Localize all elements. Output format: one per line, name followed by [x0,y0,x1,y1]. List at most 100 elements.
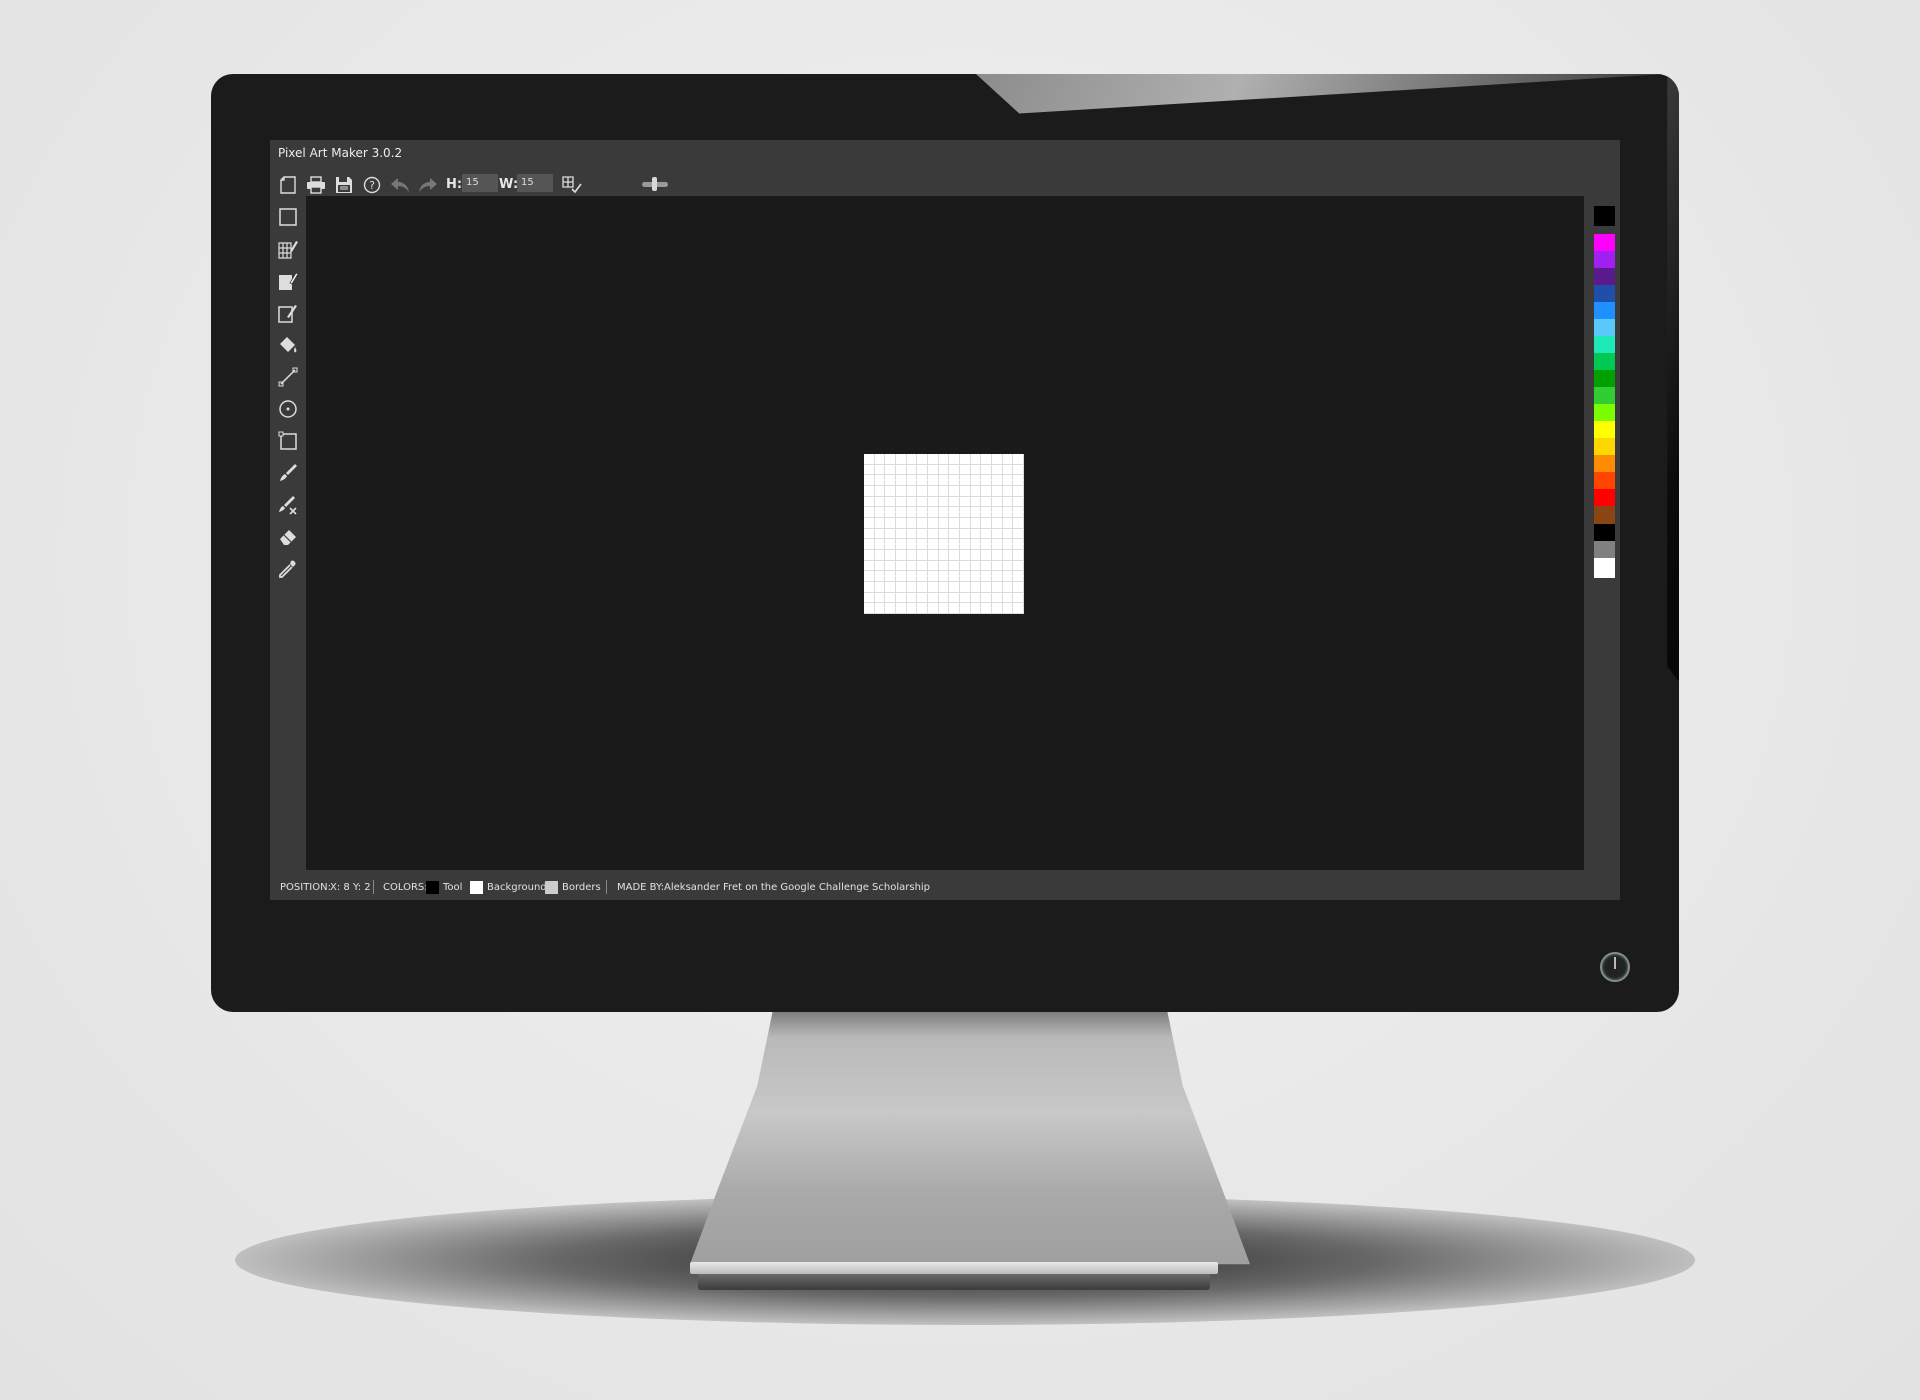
pixel-cell[interactable] [896,486,907,497]
pixel-cell[interactable] [981,528,992,540]
pixel-cell[interactable] [1002,539,1014,550]
pixel-cell[interactable] [917,507,928,518]
pixel-cell[interactable] [906,518,918,529]
pixel-cell[interactable] [949,571,960,582]
pixel-cell[interactable] [874,464,886,476]
pixel-cell[interactable] [981,571,992,582]
pixel-cell[interactable] [917,560,928,572]
pixel-cell[interactable] [992,550,1003,561]
pixel-cell[interactable] [885,496,896,508]
line-tool[interactable] [277,366,299,388]
pixel-cell[interactable] [928,539,939,550]
pixel-cell[interactable] [938,464,950,476]
pixel-cell[interactable] [1013,528,1024,540]
pixel-cell[interactable] [906,582,918,593]
pixel-cell[interactable] [928,518,939,529]
pixel-cell[interactable] [938,496,950,508]
background-color-swatch[interactable] [470,881,483,894]
pixel-cell[interactable] [992,475,1003,486]
pixel-cell[interactable] [874,539,886,550]
pixel-cell[interactable] [1002,571,1014,582]
pixel-cell[interactable] [981,539,992,550]
pixel-cell[interactable] [960,571,971,582]
pixel-cell[interactable] [981,486,992,497]
pixel-cell[interactable] [928,475,939,486]
pixel-cell[interactable] [938,539,950,550]
pixel-cell[interactable] [917,518,928,529]
pixel-cell[interactable] [1013,475,1024,486]
palette-swatch[interactable] [1594,206,1615,226]
pixel-cell[interactable] [917,571,928,582]
pixel-cell[interactable] [1002,454,1014,465]
pixel-cell[interactable] [864,528,875,540]
pixel-cell[interactable] [896,475,907,486]
pixel-cell[interactable] [885,603,896,614]
pixel-cell[interactable] [992,539,1003,550]
pixel-cell[interactable] [1002,486,1014,497]
paint-bucket-tool[interactable] [277,334,299,356]
pixel-cell[interactable] [949,454,960,465]
pixel-cell[interactable] [885,518,896,529]
pixel-cell[interactable] [917,603,928,614]
pixel-cell[interactable] [885,550,896,561]
palette-swatch[interactable] [1594,506,1615,526]
fill-brush-tool[interactable] [277,270,299,292]
pixel-cell[interactable] [938,550,950,561]
pixel-cell[interactable] [864,475,875,486]
pixel-cell[interactable] [874,571,886,582]
pixel-cell[interactable] [1002,518,1014,529]
border-color-swatch[interactable] [545,881,558,894]
pixel-cell[interactable] [917,592,928,604]
pixel-cell[interactable] [885,486,896,497]
pixel-cell[interactable] [1013,486,1024,497]
pixel-cell[interactable] [992,454,1003,465]
pixel-cell[interactable] [1013,571,1024,582]
pixel-cell[interactable] [1013,603,1024,614]
pixel-cell[interactable] [917,539,928,550]
pixel-cell[interactable] [906,528,918,540]
pixel-cell[interactable] [949,582,960,593]
pixel-cell[interactable] [874,454,886,465]
pixel-cell[interactable] [917,454,928,465]
pixel-cell[interactable] [949,464,960,476]
pixel-cell[interactable] [864,571,875,582]
pixel-cell[interactable] [896,528,907,540]
pixel-cell[interactable] [960,528,971,540]
pixel-cell[interactable] [949,560,960,572]
pixel-cell[interactable] [896,539,907,550]
pixel-cell[interactable] [906,496,918,508]
pixel-cell[interactable] [896,507,907,518]
pixel-cell[interactable] [864,582,875,593]
pixel-cell[interactable] [906,539,918,550]
pixel-cell[interactable] [885,582,896,593]
pixel-cell[interactable] [981,603,992,614]
pixel-cell[interactable] [970,571,982,582]
circle-tool[interactable] [277,398,299,420]
pixel-cell[interactable] [938,528,950,540]
pixel-cell[interactable] [981,560,992,572]
pixel-cell[interactable] [949,550,960,561]
pixel-cell[interactable] [981,582,992,593]
pencil-tool[interactable] [277,462,299,484]
width-input[interactable]: 15 [517,174,553,192]
pixel-cell[interactable] [896,496,907,508]
pixel-cell[interactable] [928,550,939,561]
pixel-cell[interactable] [992,582,1003,593]
pixel-cell[interactable] [970,550,982,561]
pixel-cell[interactable] [960,592,971,604]
pixel-cell[interactable] [928,496,939,508]
pixel-cell[interactable] [938,582,950,593]
pixel-cell[interactable] [949,539,960,550]
pixel-cell[interactable] [885,539,896,550]
pixel-cell[interactable] [938,603,950,614]
pixel-cell[interactable] [906,475,918,486]
pixel-cell[interactable] [874,592,886,604]
pixel-cell[interactable] [928,582,939,593]
pixel-cell[interactable] [928,486,939,497]
pixel-cell[interactable] [960,560,971,572]
pixel-cell[interactable] [938,475,950,486]
zoom-slider-handle[interactable] [652,177,657,191]
pixel-cell[interactable] [864,592,875,604]
pixel-cell[interactable] [885,560,896,572]
pixel-cell[interactable] [960,486,971,497]
